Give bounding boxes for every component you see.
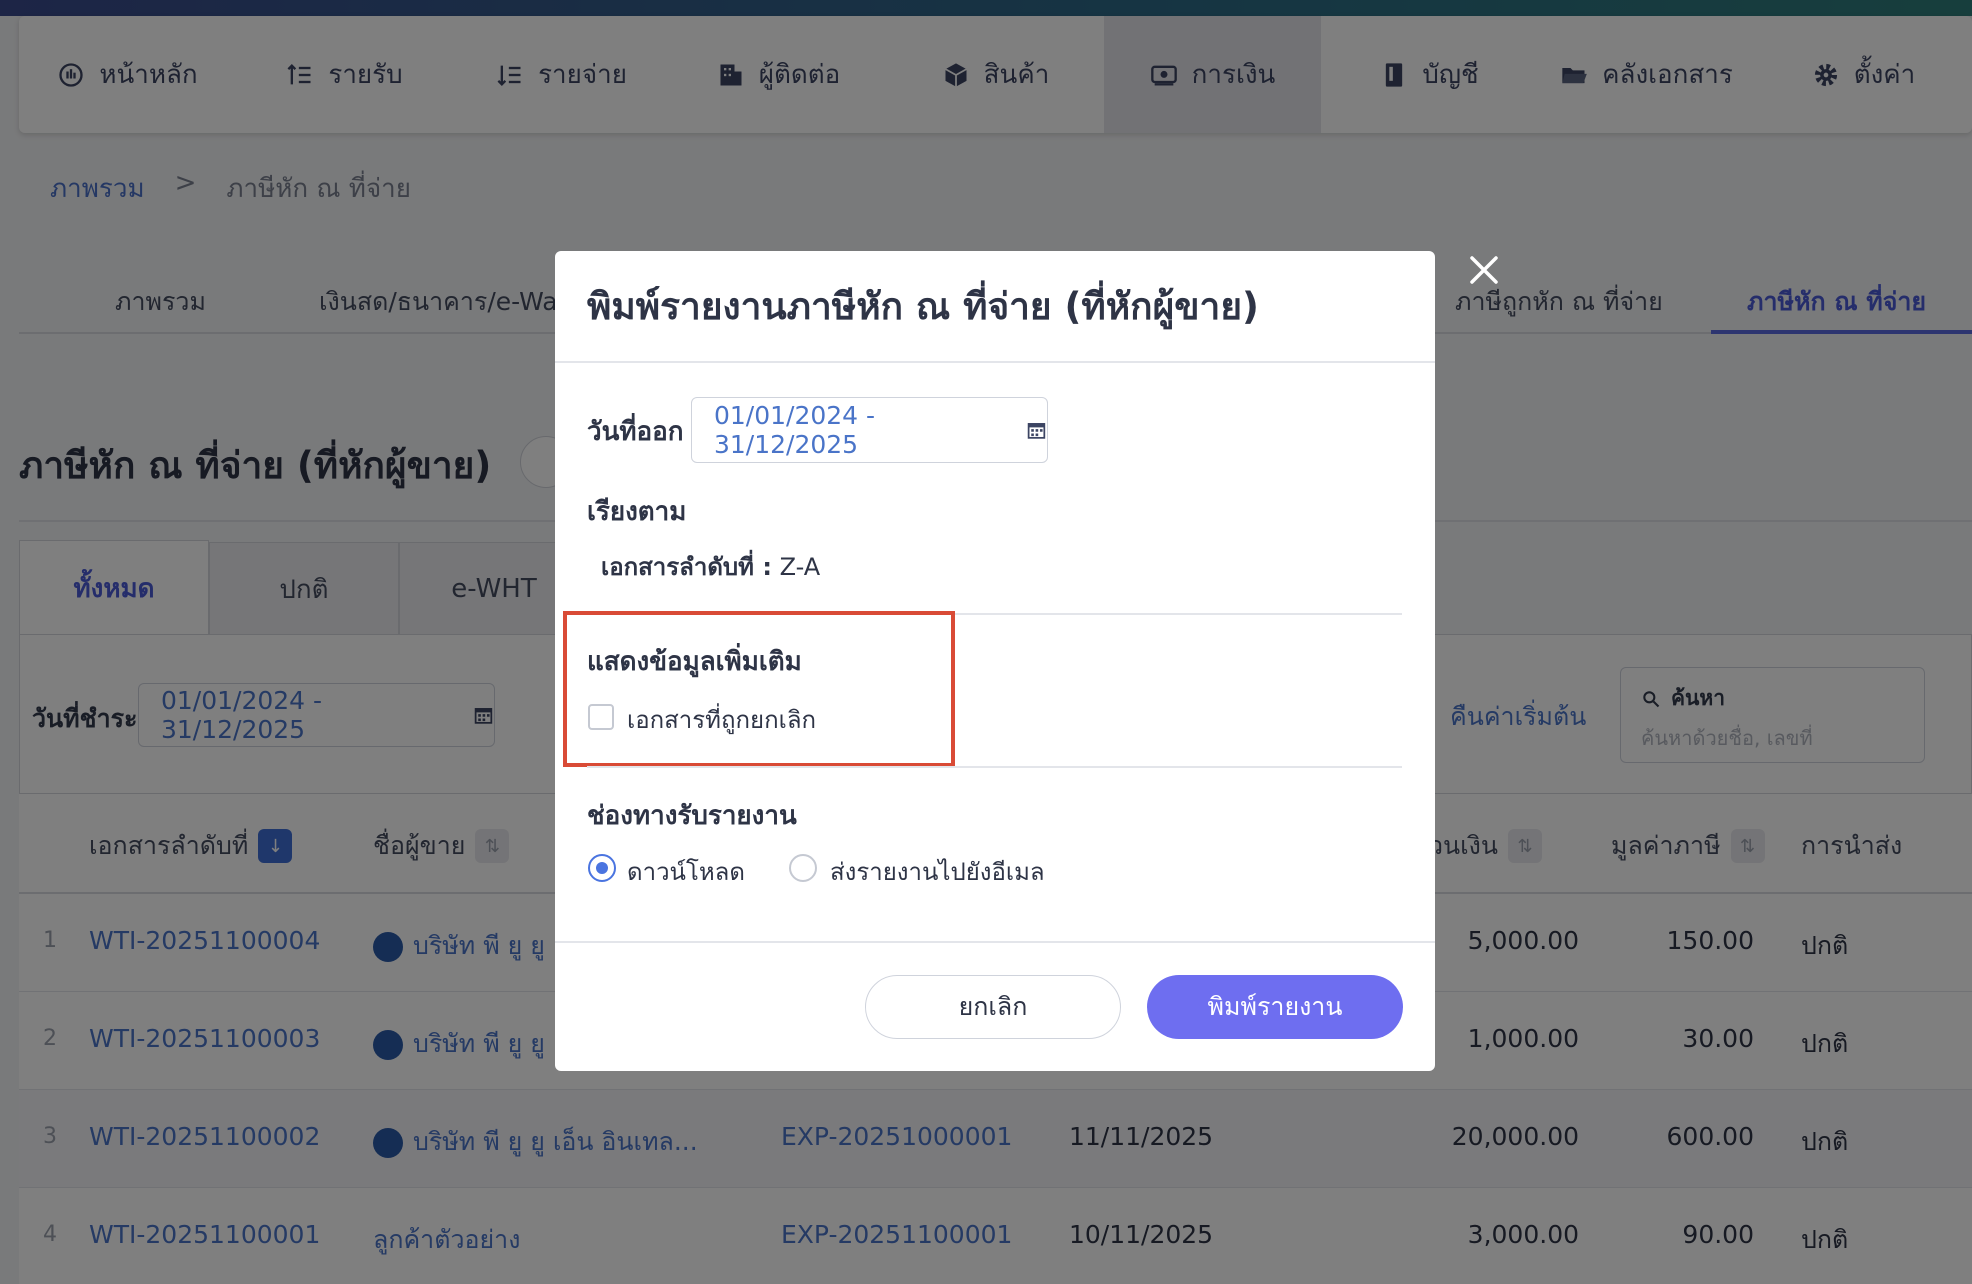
email-label[interactable]: ส่งรายงานไปยังอีเมล — [830, 852, 1045, 891]
channel-label: ช่องทางรับรายงาน — [587, 801, 797, 831]
modal-title: พิมพ์รายงานภาษีหัก ณ ที่จ่าย (ที่หักผู้ข… — [587, 284, 1259, 328]
cancelled-docs-label[interactable]: เอกสารที่ถูกยกเลิก — [627, 700, 816, 739]
print-report-modal: พิมพ์รายงานภาษีหัก ณ ที่จ่าย (ที่หักผู้ข… — [555, 251, 1435, 1071]
download-label[interactable]: ดาวน์โหลด — [627, 852, 745, 891]
calendar-icon — [1027, 423, 1046, 439]
sort-label: เรียงตาม — [587, 497, 687, 527]
sort-value: Z-A — [779, 553, 821, 581]
divider — [587, 766, 1402, 768]
issue-date-input[interactable]: 01/01/2024 - 31/12/2025 — [691, 397, 1048, 463]
extra-info-label: แสดงข้อมูลเพิ่มเติม — [587, 647, 802, 677]
close-icon[interactable] — [1466, 252, 1502, 288]
print-report-button[interactable]: พิมพ์รายงาน — [1147, 975, 1403, 1039]
highlight-box — [563, 611, 955, 767]
modal-header: พิมพ์รายงานภาษีหัก ณ ที่จ่าย (ที่หักผู้ข… — [555, 251, 1435, 363]
download-radio[interactable] — [588, 854, 616, 882]
issue-date-label: วันที่ออก — [587, 417, 684, 447]
cancel-button[interactable]: ยกเลิก — [865, 975, 1121, 1039]
sort-setting: เอกสารลำดับที่ : Z-A — [601, 547, 820, 586]
sort-key: เอกสารลำดับที่ : — [601, 553, 772, 581]
issue-date-value: 01/01/2024 - 31/12/2025 — [714, 401, 876, 459]
divider — [555, 941, 1435, 943]
cancelled-docs-checkbox[interactable] — [588, 704, 614, 730]
email-radio[interactable] — [789, 854, 817, 882]
